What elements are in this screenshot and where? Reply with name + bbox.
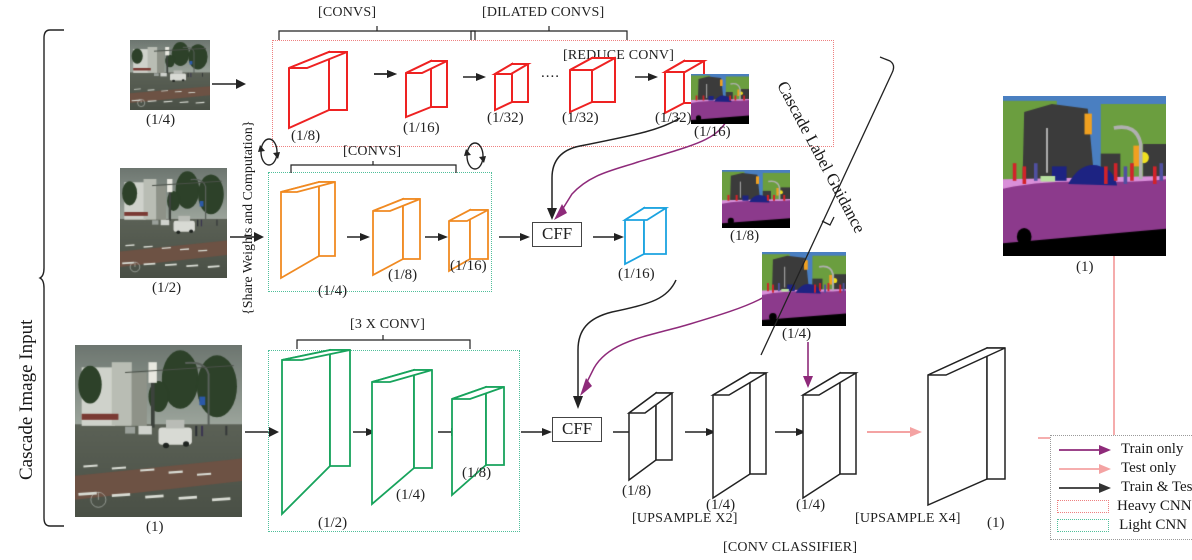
- block-red-3-scale: (1/32): [487, 110, 524, 126]
- legend-label-test-only: Test only: [1121, 460, 1177, 476]
- legend-box-heavy-cnn: [1057, 499, 1109, 514]
- block-orange-1: [280, 180, 336, 280]
- arrow-green-to-cff: [521, 428, 552, 436]
- legend-arrow-train-only: [1057, 443, 1113, 457]
- legend-item-light-cnn: Light CNN: [1057, 516, 1187, 535]
- block-green-2-scale: (1/4): [396, 487, 426, 503]
- label-preview-8-scale: (1/8): [730, 228, 760, 244]
- legend-item-heavy-cnn: Heavy CNN: [1057, 497, 1192, 516]
- block-red-2-scale: (1/16): [403, 120, 440, 136]
- legend-label-heavy-cnn: Heavy CNN: [1117, 498, 1192, 514]
- legend-arrow-test-only: [1057, 462, 1113, 476]
- bracket-dilated-convs: [470, 26, 628, 40]
- arrow-red-1-2: [374, 70, 397, 78]
- input-image-quarter: [130, 40, 210, 110]
- share-weights-label: {Share Weights and Computation}: [241, 120, 256, 315]
- legend: Train only Test only Train & Test Heavy …: [1050, 435, 1192, 540]
- block-green-3: [451, 385, 505, 497]
- arrow-input-quarter: [212, 79, 246, 89]
- block-orange-1-scale: (1/4): [318, 283, 348, 299]
- bracket-convs-mid: [290, 161, 457, 173]
- legend-item-test-only: Test only: [1057, 459, 1187, 478]
- input-quarter-scale: (1/4): [146, 112, 176, 128]
- cascade-image-input-label: Cascade Image Input: [16, 319, 37, 480]
- block-red-1: [288, 50, 348, 130]
- cff-bottom-label: CFF: [562, 419, 593, 438]
- input-full-scale: (1): [146, 519, 164, 535]
- block-orange-2-scale: (1/8): [388, 267, 418, 283]
- bracket-conv-classifier-label: [CONV CLASSIFIER]: [723, 540, 858, 555]
- block-cls-3: [800, 371, 859, 500]
- label-preview-16: [691, 74, 749, 124]
- block-red-3: [491, 62, 532, 112]
- arrow-red-a: [374, 70, 397, 78]
- input-image-half: [120, 168, 227, 278]
- bracket-upsample-x2-label: [UPSAMPLE X2]: [632, 511, 738, 526]
- input-half-scale: (1/2): [152, 280, 182, 296]
- cff-bottom[interactable]: CFF: [552, 417, 603, 442]
- block-green-1-scale: (1/2): [318, 515, 348, 531]
- legend-arrow-train-and-test: [1057, 481, 1113, 495]
- final-output-image: [1003, 96, 1166, 256]
- block-cls-final: [927, 346, 1006, 507]
- final-output-scale: (1): [1076, 259, 1094, 275]
- bracket-upsample-x4-label: [UPSAMPLE X4]: [855, 511, 961, 526]
- bracket-3x-conv-label: [3 X CONV]: [350, 317, 426, 332]
- block-cls-2: [710, 371, 769, 500]
- legend-item-train-only: Train only: [1057, 440, 1187, 459]
- red-ellipsis: ....: [541, 65, 560, 81]
- arrow-red-c: [635, 73, 658, 81]
- legend-box-light-cnn: [1057, 518, 1111, 533]
- arrow-red-b: [463, 73, 486, 81]
- block-cls-final-scale: (1): [987, 515, 1005, 531]
- legend-label-light-cnn: Light CNN: [1119, 517, 1187, 533]
- bracket-dilated-convs-label: [DILATED CONVS]: [482, 5, 605, 20]
- share-weights-icon-2: [464, 142, 486, 170]
- cascade-label-guidance: Cascade Label Guidance: [773, 78, 959, 236]
- block-red-1-scale: (1/8): [291, 128, 321, 144]
- block-red-2: [405, 59, 448, 119]
- block-cls-3-scale: (1/4): [796, 497, 826, 513]
- cascade-input-bracket: [38, 29, 64, 527]
- legend-label-train-and-test: Train & Test: [1121, 479, 1192, 495]
- block-cls-1: [626, 391, 675, 482]
- arrow-orange-a: [347, 233, 370, 241]
- bracket-convs-mid-text: [CONVS]: [343, 144, 402, 159]
- legend-item-train-and-test: Train & Test: [1057, 478, 1192, 497]
- block-green-3-scale: (1/8): [462, 465, 492, 481]
- arrow-test-only-to-final: [867, 427, 922, 437]
- figure-canvas: Cascade Image Input (1/4) (1/2) (1) {Sha…: [0, 0, 1192, 560]
- label-preview-16-scale: (1/16): [694, 124, 731, 140]
- block-cls-1-scale: (1/8): [622, 483, 652, 499]
- legend-label-train-only: Train only: [1121, 441, 1184, 457]
- share-weights-icon-1: [258, 138, 280, 166]
- input-image-full: [75, 345, 242, 517]
- block-orange-3-scale: (1/16): [450, 258, 487, 274]
- bracket-convs-top-label: [CONVS]: [318, 5, 377, 20]
